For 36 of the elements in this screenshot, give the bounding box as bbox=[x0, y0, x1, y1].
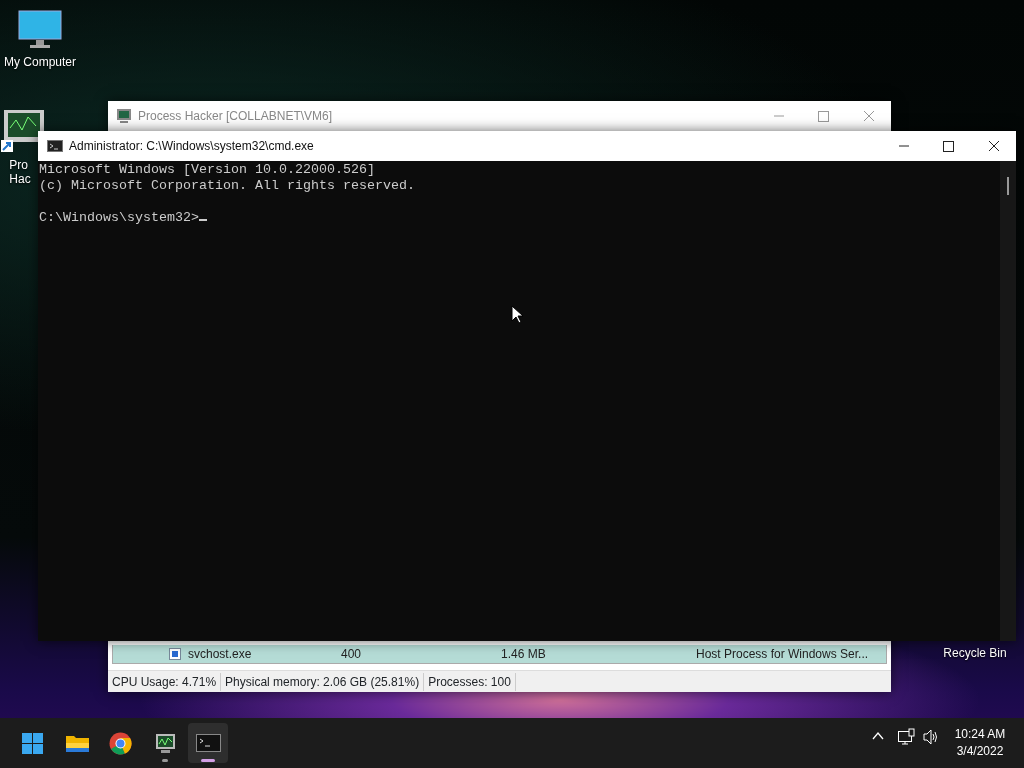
taskbar-app-button[interactable] bbox=[188, 723, 228, 763]
text-cursor bbox=[198, 219, 207, 221]
minimize-icon bbox=[773, 115, 784, 117]
terminal-icon bbox=[47, 139, 63, 153]
desktop-icon-label[interactable]: Pro Hac bbox=[9, 158, 31, 186]
start-icon bbox=[19, 730, 45, 756]
table-cell-text: Host Process for Windows Ser... bbox=[696, 646, 869, 663]
status-text: Processes: 100 bbox=[424, 672, 516, 691]
network-icon[interactable] bbox=[897, 728, 915, 746]
close-icon bbox=[988, 141, 999, 151]
monitor-icon bbox=[116, 108, 132, 124]
process-icon bbox=[169, 648, 181, 660]
window-title: Administrator: C:\Windows\system32\cmd.exe bbox=[69, 138, 315, 155]
desktop-icon-label[interactable]: Recycle Bin bbox=[943, 646, 1007, 660]
console-line: (c) Microsoft Corporation. All rights reserved. bbox=[39, 178, 415, 193]
desktop-icon-label[interactable]: My Computer bbox=[4, 55, 76, 69]
minimize-icon bbox=[898, 145, 909, 147]
table-cell-text: 1.46 MB bbox=[501, 646, 546, 663]
computer-shortcut-icon[interactable] bbox=[0, 108, 46, 154]
console-line: Microsoft Windows [Version 10.0.22000.526] bbox=[39, 162, 375, 177]
mouse-pointer-icon bbox=[511, 305, 524, 324]
window-title: Process Hacker [COLLABNET\VM6] bbox=[138, 108, 334, 125]
maximize-icon bbox=[818, 110, 829, 122]
browser-icon bbox=[107, 730, 133, 756]
maximize-icon bbox=[943, 140, 954, 152]
table-cell-text: svchost.exe bbox=[188, 646, 252, 663]
close-icon bbox=[863, 111, 874, 121]
status-text: CPU Usage: 4.71% bbox=[108, 672, 222, 691]
console-prompt: C:\Windows\system32> bbox=[39, 210, 199, 225]
table-cell-text: 400 bbox=[341, 646, 362, 663]
clock[interactable]: 10:24 AM 3/4/2022 bbox=[946, 726, 1014, 760]
process-row[interactable]: svchost.exe 400 1.46 MB Host Process for Windows Ser... bbox=[112, 645, 887, 664]
status-text: Physical memory: 2.06 GB (25.81%) bbox=[221, 672, 425, 691]
scrollbar[interactable] bbox=[1000, 161, 1016, 641]
monitor-icon[interactable] bbox=[18, 10, 62, 50]
volume-icon[interactable] bbox=[922, 728, 940, 746]
